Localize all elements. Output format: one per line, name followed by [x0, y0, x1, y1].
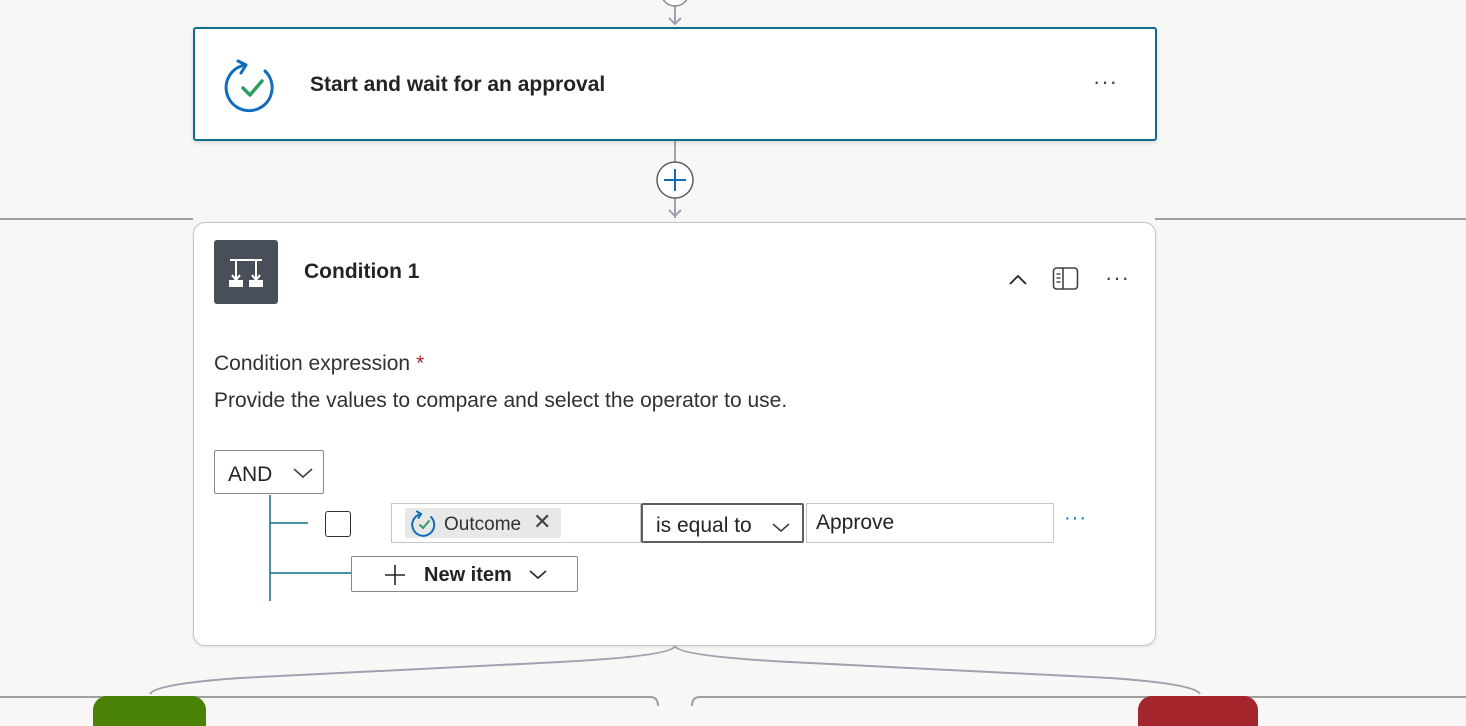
right-value-input[interactable] [816, 509, 1036, 537]
approval-refresh-check-icon [411, 510, 436, 537]
outcome-token: Outcome ✕ [405, 508, 561, 538]
condition-action-title: Condition 1 [304, 260, 420, 283]
approval-action-title: Start and wait for an approval [310, 73, 606, 96]
add-step-button[interactable] [655, 160, 695, 200]
plus-icon [385, 565, 405, 585]
true-branch-header[interactable] [93, 696, 206, 726]
condition-expression-label: Condition expression * [214, 352, 424, 376]
row-more-button[interactable]: ··· [1064, 507, 1087, 530]
approval-more-button[interactable]: ··· [1093, 69, 1118, 95]
condition-more-button[interactable]: ··· [1105, 265, 1130, 291]
condition-expression-text: Condition expression [214, 352, 411, 375]
group-operator-select[interactable]: AND [214, 450, 324, 494]
left-value-field[interactable]: Outcome ✕ [391, 503, 641, 543]
side-panel-button[interactable] [1052, 266, 1080, 292]
new-item-button[interactable]: New item [351, 556, 578, 592]
chevron-up-icon [1009, 274, 1027, 285]
condition-branch-icon [214, 240, 278, 304]
side-panel-icon [1052, 267, 1079, 290]
plus-circle-icon [656, 161, 694, 199]
false-branch-header[interactable] [1138, 696, 1258, 726]
group-operator-value: AND [228, 463, 273, 486]
chevron-down-icon [529, 570, 547, 580]
right-value-field[interactable] [806, 503, 1054, 543]
approval-refresh-check-icon [223, 57, 281, 115]
required-marker: * [416, 352, 425, 375]
new-item-label: New item [424, 564, 512, 586]
condition-help-text: Provide the values to compare and select… [214, 389, 788, 412]
remove-token-close-icon[interactable]: ✕ [533, 509, 551, 535]
condition-action-card: Condition 1 ··· Condition expression * Pr… [193, 222, 1156, 646]
collapse-button[interactable] [1007, 272, 1029, 288]
row-select-checkbox[interactable] [325, 511, 351, 537]
token-label: Outcome [444, 514, 522, 535]
operator-select[interactable]: is equal to [641, 503, 804, 543]
chevron-down-icon [293, 468, 313, 479]
chevron-down-icon [772, 523, 790, 533]
operator-value: is equal to [656, 514, 752, 537]
approval-action-card[interactable]: Start and wait for an approval ··· [193, 27, 1157, 141]
